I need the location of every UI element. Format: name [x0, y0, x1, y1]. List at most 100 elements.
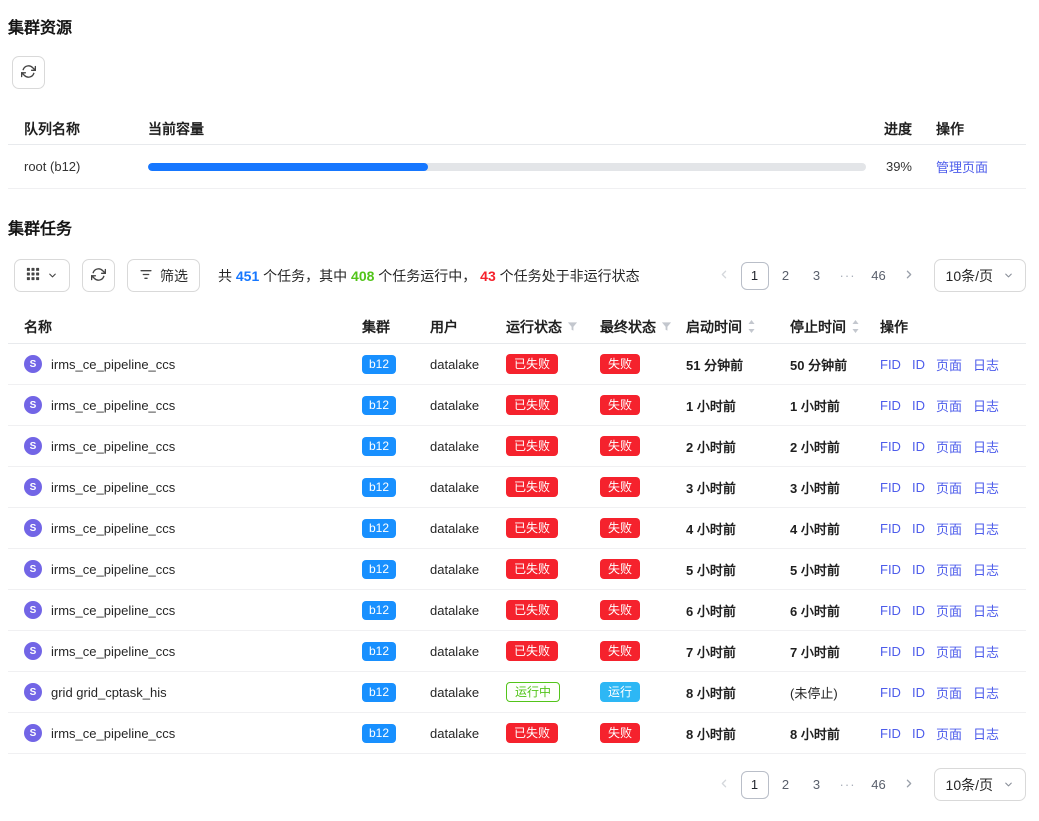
page-link[interactable]: 页面 [936, 437, 962, 456]
page-list: 123···46 [741, 262, 893, 290]
table-row: S irms_ce_pipeline_ccs b12 datalake 已失败 … [8, 344, 1026, 385]
col-header-action: 操作 [936, 119, 1010, 139]
run-status-filter-icon[interactable] [567, 321, 578, 332]
page-ellipsis: ··· [834, 262, 862, 290]
final-status-filter-icon[interactable] [661, 321, 672, 332]
id-link[interactable]: ID [912, 644, 925, 659]
page: 集群资源 队列名称 当前容量 进度 操作 root (b12) 39% [0, 0, 1039, 821]
stop-time: 2 小时前 [790, 437, 880, 456]
fid-link[interactable]: FID [880, 398, 901, 413]
table-row: S irms_ce_pipeline_ccs b12 datalake 已失败 … [8, 467, 1026, 508]
page-button-2[interactable]: 2 [772, 262, 800, 290]
task-user: datalake [430, 562, 506, 577]
page-button-3[interactable]: 3 [803, 262, 831, 290]
cluster-resources-section: 集群资源 队列名称 当前容量 进度 操作 root (b12) 39% [8, 14, 1026, 189]
id-link[interactable]: ID [912, 685, 925, 700]
final-status-tag: 失败 [600, 477, 640, 497]
start-time: 8 小时前 [686, 683, 790, 702]
col-header-start-time: 启动时间 [686, 317, 742, 337]
page-link[interactable]: 页面 [936, 519, 962, 538]
page-button-46[interactable]: 46 [865, 262, 893, 290]
table-row: S irms_ce_pipeline_ccs b12 datalake 已失败 … [8, 713, 1026, 754]
page-link[interactable]: 页面 [936, 355, 962, 374]
final-status-tag: 失败 [600, 723, 640, 743]
page-size-select[interactable]: 10条/页 [934, 259, 1026, 292]
id-link[interactable]: ID [912, 439, 925, 454]
fid-link[interactable]: FID [880, 726, 901, 741]
stop-time-sort-icon[interactable] [851, 320, 860, 333]
fid-link[interactable]: FID [880, 603, 901, 618]
manage-page-link[interactable]: 管理页面 [936, 160, 988, 175]
refresh-icon [91, 267, 106, 285]
id-link[interactable]: ID [912, 603, 925, 618]
id-link[interactable]: ID [912, 562, 925, 577]
cluster-tasks-section: 集群任务 筛选 共 45 [8, 215, 1026, 801]
page-button-1[interactable]: 1 [741, 262, 769, 290]
page-button-2[interactable]: 2 [772, 771, 800, 799]
fid-link[interactable]: FID [880, 521, 901, 536]
prev-page-button[interactable] [712, 772, 738, 798]
stop-time: 8 小时前 [790, 724, 880, 743]
start-time: 6 小时前 [686, 601, 790, 620]
start-time-sort-icon[interactable] [747, 320, 756, 333]
columns-config-button[interactable] [14, 259, 70, 292]
cluster-tag: b12 [362, 437, 396, 456]
page-size-select[interactable]: 10条/页 [934, 768, 1026, 801]
stop-time: 7 小时前 [790, 642, 880, 661]
row-actions: FID ID 页面日志 [880, 478, 1010, 497]
page-link[interactable]: 页面 [936, 601, 962, 620]
page-link[interactable]: 页面 [936, 478, 962, 497]
page-button-1[interactable]: 1 [741, 771, 769, 799]
fid-link[interactable]: FID [880, 480, 901, 495]
log-link[interactable]: 日志 [973, 437, 999, 456]
log-link[interactable]: 日志 [973, 601, 999, 620]
resource-row: root (b12) 39% 管理页面 [8, 145, 1026, 189]
fid-link[interactable]: FID [880, 685, 901, 700]
tasks-refresh-button[interactable] [82, 259, 115, 292]
page-link[interactable]: 页面 [936, 683, 962, 702]
final-status-tag: 运行 [600, 682, 640, 702]
log-link[interactable]: 日志 [973, 642, 999, 661]
id-link[interactable]: ID [912, 726, 925, 741]
table-row: S irms_ce_pipeline_ccs b12 datalake 已失败 … [8, 590, 1026, 631]
log-link[interactable]: 日志 [973, 396, 999, 415]
task-user: datalake [430, 521, 506, 536]
fid-link[interactable]: FID [880, 439, 901, 454]
id-link[interactable]: ID [912, 357, 925, 372]
prev-page-button[interactable] [712, 263, 738, 289]
page-button-46[interactable]: 46 [865, 771, 893, 799]
fid-link[interactable]: FID [880, 357, 901, 372]
total-task-count: 451 [236, 268, 259, 284]
table-row: S grid grid_cptask_his b12 datalake 运行中 … [8, 672, 1026, 713]
log-link[interactable]: 日志 [973, 560, 999, 579]
stop-time: (未停止) [790, 683, 880, 702]
log-link[interactable]: 日志 [973, 519, 999, 538]
log-link[interactable]: 日志 [973, 355, 999, 374]
log-link[interactable]: 日志 [973, 683, 999, 702]
page-link[interactable]: 页面 [936, 642, 962, 661]
final-status-tag: 失败 [600, 354, 640, 374]
id-link[interactable]: ID [912, 480, 925, 495]
log-link[interactable]: 日志 [973, 724, 999, 743]
cluster-resources-title: 集群资源 [8, 14, 1026, 38]
next-page-button[interactable] [896, 772, 922, 798]
page-size-value: 10条/页 [946, 266, 993, 286]
next-page-button[interactable] [896, 263, 922, 289]
resources-refresh-button[interactable] [12, 56, 45, 89]
filter-button[interactable]: 筛选 [127, 259, 200, 292]
table-row: S irms_ce_pipeline_ccs b12 datalake 已失败 … [8, 385, 1026, 426]
col-header-ops: 操作 [880, 317, 908, 337]
log-link[interactable]: 日志 [973, 478, 999, 497]
fid-link[interactable]: FID [880, 644, 901, 659]
id-link[interactable]: ID [912, 398, 925, 413]
chevron-down-icon [1003, 268, 1014, 284]
page-button-3[interactable]: 3 [803, 771, 831, 799]
row-actions: FID ID 页面日志 [880, 683, 1010, 702]
col-header-run-status: 运行状态 [506, 317, 562, 337]
page-link[interactable]: 页面 [936, 724, 962, 743]
fid-link[interactable]: FID [880, 562, 901, 577]
page-link[interactable]: 页面 [936, 396, 962, 415]
pagination: 123···46 [712, 771, 922, 799]
id-link[interactable]: ID [912, 521, 925, 536]
page-link[interactable]: 页面 [936, 560, 962, 579]
